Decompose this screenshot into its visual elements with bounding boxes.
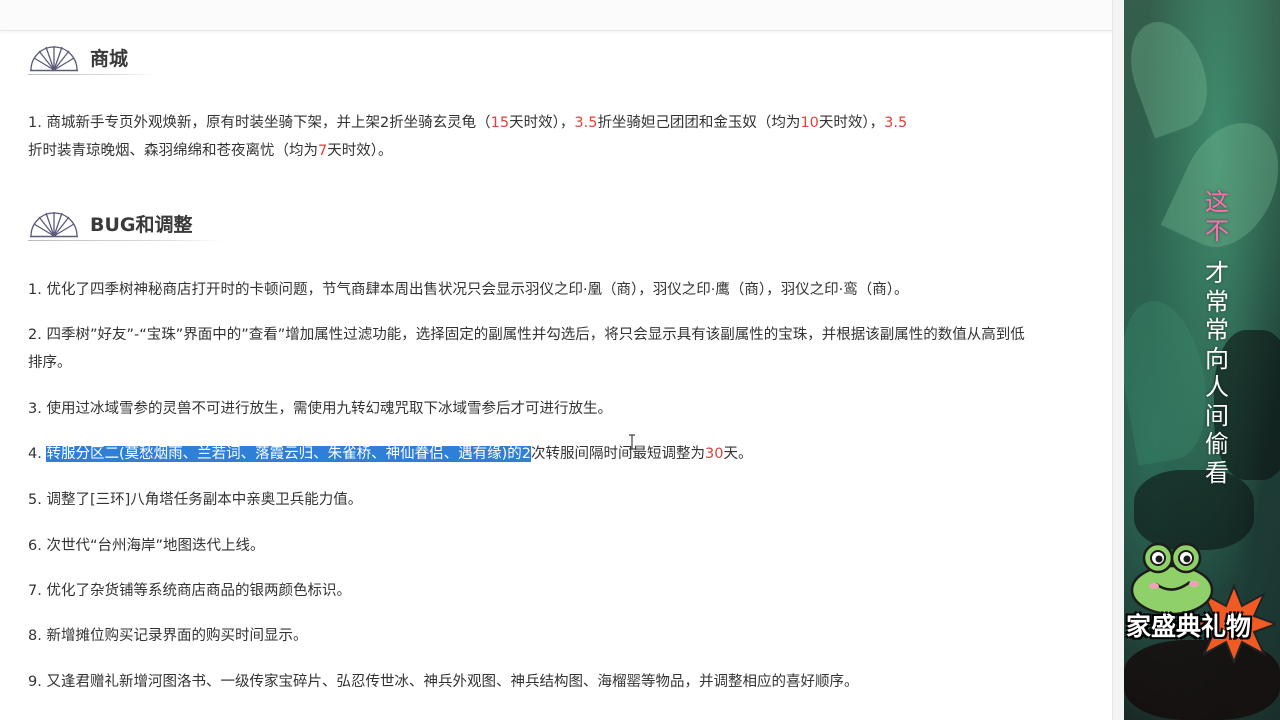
bug-item-2: 2. 四季树”好友”-“宝珠”界面中的”查看”增加属性过滤功能，选择固定的副属性…	[28, 327, 1025, 371]
bug-item-3: 3. 使用过冰域雪参的灵兽不可进行放生，需使用九转幻魂咒取下冰域雪参后才可进行放…	[28, 401, 612, 417]
caption-pink: 这不	[1205, 188, 1229, 245]
section-title: 商城	[90, 48, 129, 70]
selected-text[interactable]: 转服分区二(莫愁烟雨、兰若词、落霞云归、朱雀桥、神仙眷侣、遇有缘)的2	[46, 446, 531, 462]
leaf-shape	[1124, 11, 1221, 139]
section-header-mall: 商城	[28, 40, 158, 76]
bug-item-5: 5. 调整了[三环]八角塔任务副本中亲奥卫兵能力值。	[28, 492, 363, 508]
bug-item-6: 6. 次世代“台州海岸”地图迭代上线。	[28, 538, 265, 554]
bug-item-9: 9. 又逢君赠礼新增河图洛书、一级传家宝碎片、弘忍传世冰、神兵外观图、神兵结构图…	[28, 674, 859, 690]
bug-item-8: 8. 新增摊位购买记录界面的购买时间显示。	[28, 628, 308, 644]
section-header-bug: BUG和调整	[28, 206, 224, 242]
section-underline	[28, 74, 156, 75]
page-scrollbar[interactable]	[1112, 0, 1124, 720]
gift-banner: 家盛典礼物	[1126, 612, 1252, 641]
section-title: BUG和调整	[90, 214, 193, 236]
mall-item-1: 1. 商城新手专页外观焕新，原有时装坐骑下架，并上架2折坐骑玄灵龟（15天时效）…	[28, 115, 908, 159]
fan-icon	[30, 46, 78, 72]
text-cursor-icon	[629, 434, 635, 450]
bug-item-1: 1. 优化了四季树神秘商店打开时的卡顿问题，节气商肆本周出售状况只会显示羽仪之印…	[28, 282, 909, 298]
caption-white: 才常常向人间偷看	[1205, 259, 1229, 487]
bug-item-7: 7. 优化了杂货铺等系统商店商品的银两颜色标识。	[28, 583, 351, 599]
article-page: 商城 1. 商城新手专页外观焕新，原有时装坐骑下架，并上架2折坐骑玄灵龟（15天…	[0, 0, 1124, 720]
bug-item-4: 4. 转服分区二(莫愁烟雨、兰若词、落霞云归、朱雀桥、神仙眷侣、遇有缘)的2次转…	[28, 446, 753, 462]
fan-icon	[30, 212, 78, 238]
section-underline	[28, 240, 224, 241]
vertical-caption: 这不 才常常向人间偷看	[1202, 188, 1232, 487]
top-bar	[0, 0, 1124, 31]
